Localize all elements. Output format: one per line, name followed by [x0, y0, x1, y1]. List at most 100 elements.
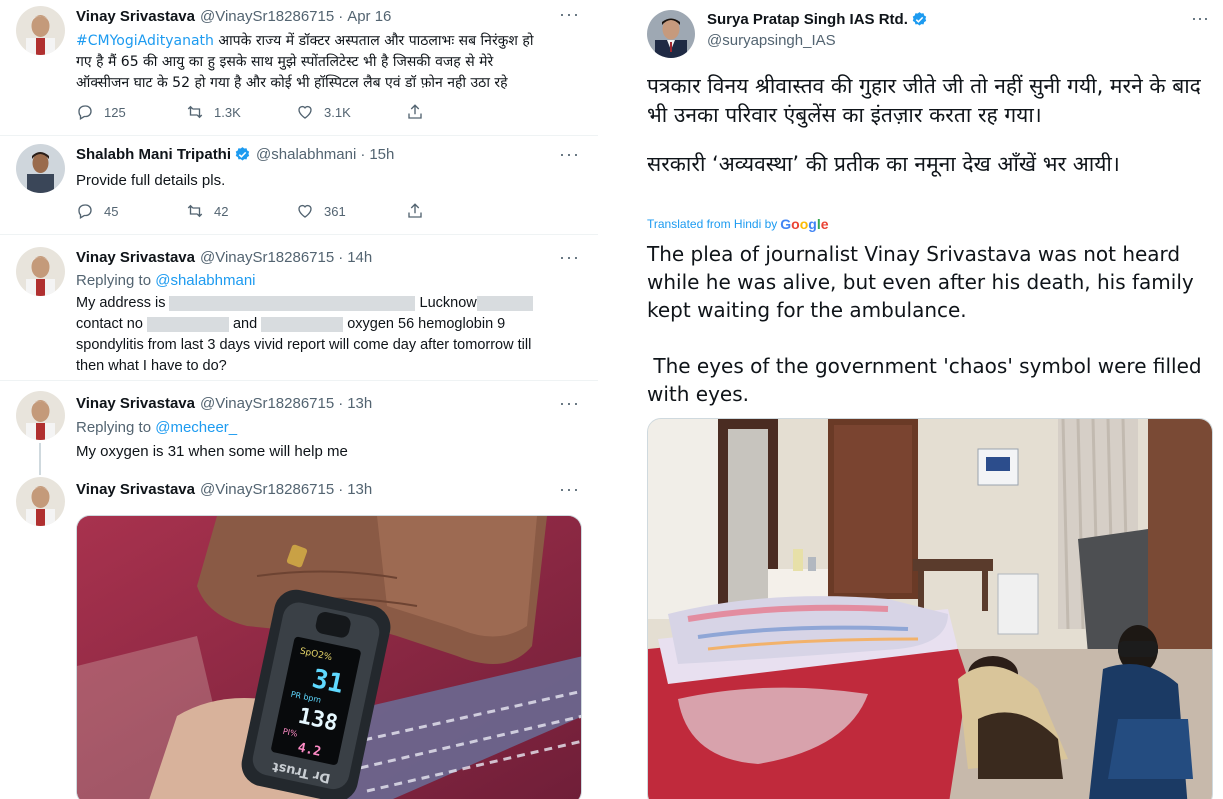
- tweet[interactable]: Shalabh Mani Tripathi @shalabhmani · 15h…: [0, 136, 598, 234]
- author-name[interactable]: Vinay Srivastava: [76, 8, 195, 25]
- tweet-text: #CMYogiAdityanath आपके राज्य में डॉक्टर …: [76, 31, 533, 94]
- author-handle[interactable]: @suryapsingh_IAS: [707, 32, 836, 49]
- tweet-photo-room[interactable]: [647, 418, 1213, 799]
- hindi-paragraph: सरकारी ‘अव्यवस्था’ की प्रतीक का नमूना दे…: [647, 152, 1120, 176]
- tweet-time[interactable]: 14h: [347, 249, 372, 266]
- author-handle[interactable]: @VinaySr18286715: [200, 395, 334, 412]
- author-handle[interactable]: @VinaySr18286715: [200, 8, 334, 25]
- tweet[interactable]: Vinay Srivastava @VinaySr18286715 · 13h …: [0, 381, 598, 465]
- avatar[interactable]: [16, 247, 65, 296]
- tweet-text-hindi: पत्रकार विनय श्रीवास्तव की गुहार जीते जी…: [647, 72, 1207, 179]
- avatar[interactable]: [16, 477, 65, 526]
- tweet-time[interactable]: 13h: [347, 481, 372, 498]
- separator-dot: ·: [338, 249, 344, 266]
- verified-icon: [912, 12, 927, 26]
- author-name[interactable]: Surya Pratap Singh IAS Rtd.: [707, 11, 928, 28]
- like-icon: [298, 105, 312, 119]
- avatar[interactable]: [16, 6, 65, 55]
- tweet-text: Provide full details pls.: [76, 172, 226, 189]
- tweet-actions: 45 42 361: [76, 202, 516, 220]
- reply-button[interactable]: 125: [76, 103, 186, 121]
- retweet-button[interactable]: 42: [186, 202, 296, 220]
- author-handle[interactable]: @VinaySr18286715: [200, 249, 334, 266]
- retweet-icon: [187, 105, 203, 119]
- redacted-phone: [261, 316, 344, 332]
- more-icon[interactable]: ···: [559, 479, 580, 500]
- more-icon[interactable]: ···: [559, 247, 580, 268]
- avatar-image: [16, 247, 65, 296]
- reply-button[interactable]: 45: [76, 202, 186, 220]
- reply-count: 45: [104, 203, 119, 219]
- redacted-phone: [146, 316, 229, 332]
- tweet-text-line: spondylitis from last 3 days vivid repor…: [76, 337, 532, 353]
- tweet[interactable]: Vinay Srivastava @VinaySr18286715 · Apr …: [0, 0, 598, 135]
- avatar[interactable]: [647, 10, 695, 58]
- replying-label: Replying to: [76, 419, 156, 436]
- share-button[interactable]: [406, 103, 516, 121]
- replying-label: Replying to: [76, 272, 156, 289]
- tweet-text: My oxygen is 31 when some will help me: [76, 443, 348, 460]
- like-button[interactable]: 361: [296, 202, 406, 220]
- translation-attribution[interactable]: Translated from Hindi by Google: [647, 216, 829, 232]
- translated-paragraph: The plea of journalist Vinay Srivastava …: [647, 242, 1194, 322]
- avatar-image: [16, 144, 65, 193]
- panel-gap: [598, 0, 627, 799]
- like-button[interactable]: 3.1K: [296, 103, 406, 121]
- retweet-icon: [187, 204, 203, 218]
- tweet-text-line: Lucknow: [415, 295, 477, 311]
- replying-to: Replying to @shalabhmani: [76, 272, 256, 289]
- retweet-count: 42: [214, 203, 229, 219]
- tweet-text-line: and: [228, 316, 262, 332]
- avatar-image: [647, 10, 695, 58]
- tweet-text-line: My address is: [76, 295, 170, 311]
- reply-count: 125: [104, 104, 126, 120]
- reply-icon: [78, 105, 92, 120]
- hashtag-link[interactable]: #CMYogiAdityanath: [76, 33, 214, 49]
- author-handle[interactable]: @shalabhmani: [256, 146, 356, 163]
- like-icon: [298, 204, 312, 218]
- author-handle[interactable]: @VinaySr18286715: [200, 481, 334, 498]
- more-icon[interactable]: ···: [1191, 8, 1209, 29]
- tweet-text-line: ऑक्सीजन घाट के 52 हो गया है और कोई भी हॉ…: [76, 75, 508, 91]
- share-button[interactable]: [406, 202, 516, 220]
- author-name[interactable]: Vinay Srivastava: [76, 395, 195, 412]
- tweet-text: My address is Lucknow contact no and oxy…: [76, 293, 533, 377]
- share-icon: [408, 104, 422, 119]
- avatar-image: [16, 391, 65, 440]
- translated-label: Translated from Hindi by: [647, 217, 778, 231]
- redacted-address: [169, 295, 416, 311]
- author-name[interactable]: Vinay Srivastava: [76, 481, 195, 498]
- retweet-button[interactable]: 1.3K: [186, 103, 296, 121]
- verified-icon: [235, 147, 250, 161]
- tweet[interactable]: Vinay Srivastava @VinaySr18286715 · 14h …: [0, 235, 598, 380]
- share-icon: [408, 203, 422, 218]
- separator-dot: ·: [338, 395, 344, 412]
- oximeter-photo: SpO2% 31 PR bpm 138 PI% 4.2 Dr Trust: [77, 516, 581, 799]
- tweet-time[interactable]: Apr 16: [347, 8, 391, 25]
- translated-paragraph: The eyes of the government 'chaos' symbo…: [647, 354, 1208, 406]
- hindi-paragraph: पत्रकार विनय श्रीवास्तव की गुहार जीते जी…: [647, 74, 1201, 127]
- left-thread-panel: Vinay Srivastava @VinaySr18286715 · Apr …: [0, 0, 598, 799]
- tweet-time[interactable]: 15h: [369, 146, 394, 163]
- more-icon[interactable]: ···: [559, 4, 580, 25]
- mention-link[interactable]: @mecheer_: [155, 419, 237, 436]
- author-name[interactable]: Shalabh Mani Tripathi: [76, 146, 231, 163]
- right-tweet-panel: Surya Pratap Singh IAS Rtd. @suryapsingh…: [627, 0, 1223, 799]
- google-logo: Google: [780, 216, 829, 232]
- retweet-count: 1.3K: [214, 104, 241, 120]
- avatar[interactable]: [16, 144, 65, 193]
- avatar[interactable]: [16, 391, 65, 440]
- thread-line: [39, 443, 41, 465]
- separator-dot: ·: [338, 8, 344, 25]
- more-icon[interactable]: ···: [559, 144, 580, 165]
- redacted-text: [476, 295, 533, 311]
- mention-link[interactable]: @shalabhmani: [155, 272, 255, 289]
- tweet-text-line: गए है मैं 65 की आयु का हु इसके साथ मुझे …: [76, 54, 494, 70]
- separator-dot: ·: [360, 146, 366, 163]
- more-icon[interactable]: ···: [559, 393, 580, 414]
- tweet-time[interactable]: 13h: [347, 395, 372, 412]
- replying-to: Replying to @mecheer_: [76, 419, 237, 436]
- reply-icon: [78, 204, 92, 219]
- tweet-photo-oximeter[interactable]: SpO2% 31 PR bpm 138 PI% 4.2 Dr Trust: [76, 515, 582, 799]
- author-name[interactable]: Vinay Srivastava: [76, 249, 195, 266]
